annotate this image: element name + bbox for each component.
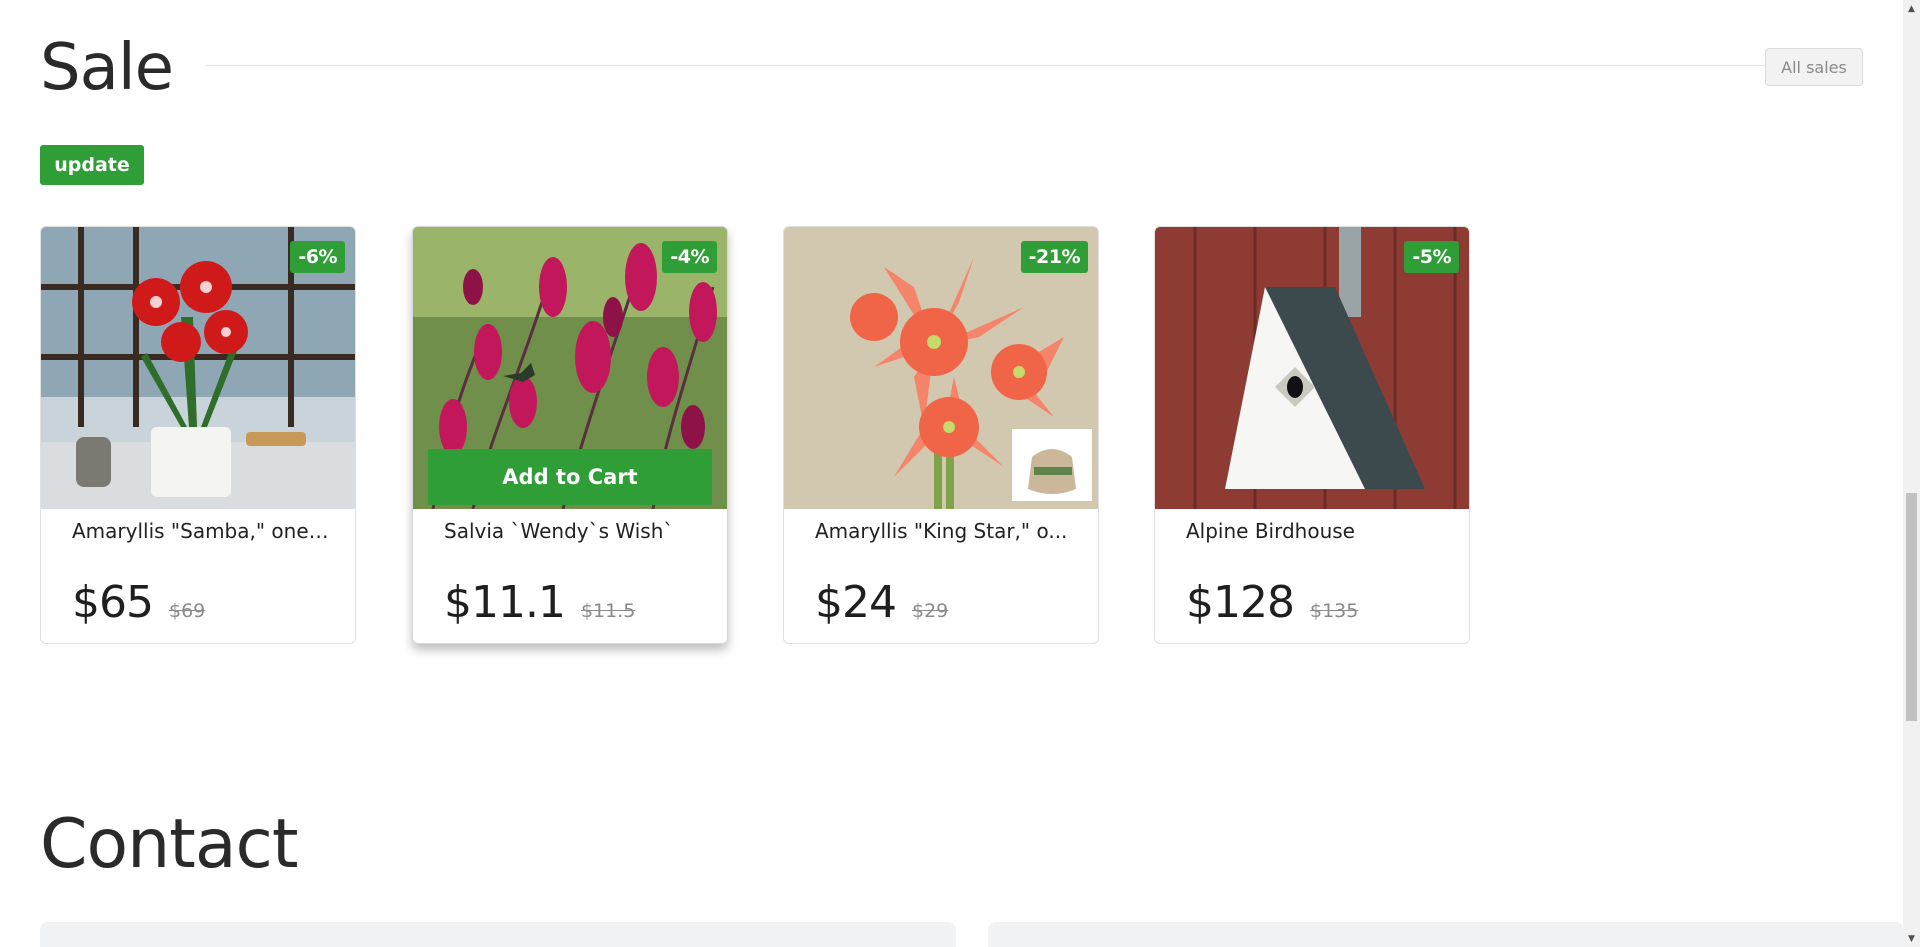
old-price: $69	[168, 600, 206, 622]
add-to-cart-button[interactable]: Add to Cart	[428, 449, 712, 505]
price-row: $24 $29	[815, 577, 948, 628]
price-row: $128 $135	[1186, 577, 1358, 628]
product-card[interactable]: -4% Add to Cart Salvia `Wendy`s Wish` $1…	[412, 226, 728, 644]
product-image[interactable]: -5%	[1155, 227, 1469, 509]
old-price: $29	[911, 600, 949, 622]
price-row: $65 $69	[72, 577, 205, 628]
vertical-scrollbar[interactable]: ▲ ▼	[1903, 0, 1920, 947]
discount-badge: -4%	[662, 241, 717, 273]
sale-product-list: -6% Amaryllis "Samba," one ... $65 $69 -…	[40, 226, 1480, 646]
product-image[interactable]: -21%	[784, 227, 1098, 509]
product-card[interactable]: -5% Alpine Birdhouse $128 $135	[1154, 226, 1470, 644]
scroll-up-arrow-icon[interactable]: ▲	[1903, 0, 1920, 17]
sale-section-header: Sale All sales	[40, 28, 1863, 108]
header-divider	[206, 65, 1806, 66]
discount-badge: -6%	[290, 241, 345, 273]
current-price: $65	[72, 577, 154, 628]
price-row: $11.1 $11.5	[444, 577, 635, 628]
product-name[interactable]: Salvia `Wendy`s Wish`	[444, 519, 704, 543]
discount-badge: -5%	[1404, 241, 1459, 273]
current-price: $128	[1186, 577, 1295, 628]
product-card[interactable]: -21% Amaryllis "King Star," o... $24 $29	[783, 226, 1099, 644]
current-price: $11.1	[444, 577, 566, 628]
product-name[interactable]: Alpine Birdhouse	[1186, 519, 1446, 543]
page: Sale All sales update -6% Amaryllis "Sam…	[0, 0, 1903, 947]
old-price: $135	[1309, 600, 1359, 622]
product-name[interactable]: Amaryllis "King Star," o...	[815, 519, 1075, 543]
product-card[interactable]: -6% Amaryllis "Samba," one ... $65 $69	[40, 226, 356, 644]
contact-panel-left	[40, 922, 956, 947]
product-image[interactable]: -6%	[41, 227, 355, 509]
discount-badge: -21%	[1020, 241, 1088, 273]
update-button[interactable]: update	[40, 145, 144, 185]
contact-title: Contact	[40, 805, 299, 884]
sale-title: Sale	[40, 31, 174, 105]
scroll-thumb[interactable]	[1906, 493, 1917, 721]
all-sales-button[interactable]: All sales	[1765, 48, 1863, 86]
product-image[interactable]: -4% Add to Cart	[413, 227, 727, 509]
scroll-down-arrow-icon[interactable]: ▼	[1903, 930, 1920, 947]
product-name[interactable]: Amaryllis "Samba," one ...	[72, 519, 332, 543]
old-price: $11.5	[580, 600, 636, 622]
current-price: $24	[815, 577, 897, 628]
contact-panel-right	[988, 922, 1903, 947]
